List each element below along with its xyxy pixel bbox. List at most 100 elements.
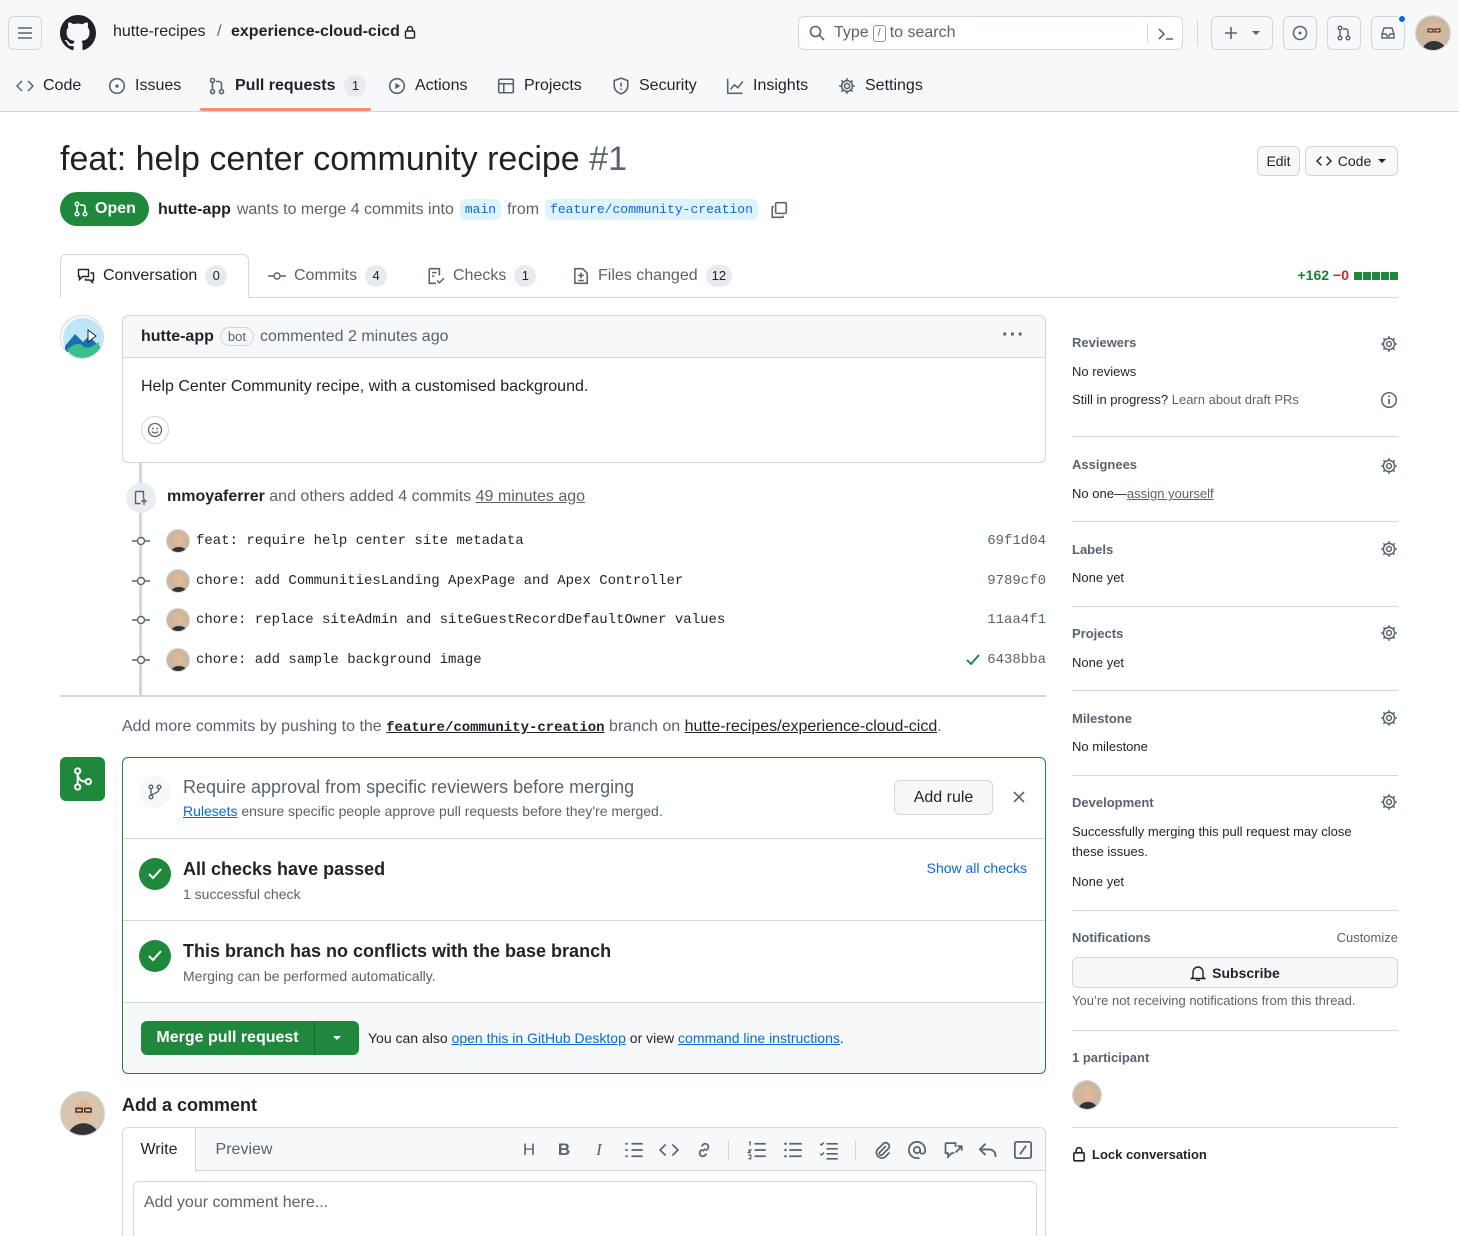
current-user-avatar[interactable] xyxy=(60,1091,105,1136)
heading-icon[interactable]: H xyxy=(519,1140,539,1160)
open-desktop-link[interactable]: open this in GitHub Desktop xyxy=(452,1030,626,1046)
tab-commits[interactable]: Commits 4 xyxy=(252,254,403,298)
gear-icon[interactable] xyxy=(1380,709,1398,727)
rulesets-link[interactable]: Rulesets xyxy=(183,803,237,819)
comment-textarea[interactable]: Add your comment here... xyxy=(133,1181,1037,1236)
assignees-heading[interactable]: Assignees xyxy=(1072,457,1137,472)
edit-title-button[interactable]: Edit xyxy=(1257,146,1300,176)
command-palette-icon[interactable] xyxy=(1157,26,1175,42)
repo-tab-projects[interactable]: Projects xyxy=(497,72,582,100)
create-new-button[interactable] xyxy=(1211,16,1273,50)
commit-sha-link[interactable]: 9789cf0 xyxy=(987,573,1046,589)
comment-timestamp[interactable]: commented 2 minutes ago xyxy=(260,328,449,346)
commit-message-link[interactable]: chore: replace siteAdmin and siteGuestRe… xyxy=(196,612,725,628)
repo-tab-issues[interactable]: Issues xyxy=(108,72,181,100)
copy-icon[interactable] xyxy=(770,201,788,219)
commit-author-avatar[interactable] xyxy=(166,529,190,553)
bold-icon[interactable]: B xyxy=(554,1140,574,1160)
merge-button-label[interactable]: Merge pull request xyxy=(141,1021,315,1055)
base-branch[interactable]: main xyxy=(459,199,502,220)
tab-files-changed[interactable]: Files changed 12 xyxy=(556,254,748,298)
head-branch[interactable]: feature/community-creation xyxy=(545,199,758,220)
gear-icon[interactable] xyxy=(1380,793,1398,811)
link-icon[interactable] xyxy=(694,1140,714,1160)
search-icon xyxy=(809,25,825,41)
participant-avatar[interactable] xyxy=(1072,1080,1102,1110)
note-branch-link[interactable]: feature/community-creation xyxy=(386,720,604,736)
customize-link[interactable]: Customize xyxy=(1337,930,1398,945)
repo-tab-pull-requests[interactable]: Pull requests 1 xyxy=(208,72,367,100)
gear-icon[interactable] xyxy=(1380,624,1398,642)
gear-icon[interactable] xyxy=(1380,335,1398,353)
gear-icon[interactable] xyxy=(1380,540,1398,558)
repo-tab-security[interactable]: Security xyxy=(612,72,697,100)
commit-sha-link[interactable]: 69f1d04 xyxy=(987,533,1046,549)
lock-conversation-link[interactable]: Lock conversation xyxy=(1072,1146,1207,1162)
pr-author-link[interactable]: hutte-app xyxy=(158,201,231,219)
push-event-time[interactable]: 49 minutes ago xyxy=(476,488,585,505)
slash-command-icon[interactable] xyxy=(1013,1140,1033,1160)
breadcrumb-repo[interactable]: experience-cloud-cicd xyxy=(231,23,400,41)
milestone-heading[interactable]: Milestone xyxy=(1072,711,1132,726)
close-icon[interactable] xyxy=(1012,790,1026,804)
github-logo-icon[interactable] xyxy=(60,15,96,54)
reply-icon[interactable] xyxy=(978,1140,998,1160)
merge-pull-request-button[interactable]: Merge pull request xyxy=(141,1021,359,1055)
breadcrumb-owner[interactable]: hutte-recipes xyxy=(113,23,206,41)
task-list-icon[interactable] xyxy=(819,1140,839,1160)
subscribe-button[interactable]: Subscribe xyxy=(1072,957,1398,988)
commit-author-avatar[interactable] xyxy=(166,569,190,593)
check-icon[interactable] xyxy=(965,653,981,667)
add-reaction-button[interactable] xyxy=(141,416,169,444)
issues-button[interactable] xyxy=(1283,16,1317,50)
push-actor-link[interactable]: mmoyaferrer xyxy=(167,488,265,505)
commit-sha-link[interactable]: 11aa4f1 xyxy=(987,612,1046,628)
merge-method-dropdown[interactable] xyxy=(315,1021,359,1055)
gear-icon[interactable] xyxy=(1380,457,1398,475)
search-input[interactable]: Type / to search xyxy=(798,16,1183,50)
tab-conversation[interactable]: Conversation 0 xyxy=(60,254,249,298)
italic-icon[interactable]: I xyxy=(589,1140,609,1160)
commit-message-link[interactable]: feat: require help center site metadata xyxy=(196,533,524,549)
commit-author-avatar[interactable] xyxy=(166,648,190,672)
cross-reference-icon[interactable] xyxy=(943,1140,963,1160)
note-repo-link[interactable]: hutte-recipes/experience-cloud-cicd xyxy=(685,718,938,735)
comment-author-link[interactable]: hutte-app xyxy=(141,328,214,346)
commit-sha-link[interactable]: 6438bba xyxy=(987,652,1046,668)
commit-message-link[interactable]: chore: add CommunitiesLanding ApexPage a… xyxy=(196,573,683,589)
repo-tab-code[interactable]: Code xyxy=(16,72,81,100)
unordered-list-icon[interactable] xyxy=(783,1140,803,1160)
assign-yourself-link[interactable]: assign yourself xyxy=(1127,486,1214,501)
tab-preview[interactable]: Preview xyxy=(196,1128,292,1172)
active-tab-underline xyxy=(200,108,371,111)
reviewers-heading[interactable]: Reviewers xyxy=(1072,335,1136,350)
paperclip-icon[interactable] xyxy=(872,1140,892,1160)
commit-author-avatar[interactable] xyxy=(166,608,190,632)
commit-message-link[interactable]: chore: add sample background image xyxy=(196,652,482,668)
draft-pr-link[interactable]: Learn about draft PRs xyxy=(1172,392,1299,407)
ordered-list-icon[interactable] xyxy=(747,1140,767,1160)
inbox-button[interactable] xyxy=(1371,14,1407,50)
show-all-checks-link[interactable]: Show all checks xyxy=(927,860,1027,876)
kebab-menu-icon[interactable]: ··· xyxy=(1002,324,1025,347)
hutte-app-avatar[interactable] xyxy=(60,315,104,359)
code-icon[interactable] xyxy=(659,1140,679,1160)
mention-icon[interactable] xyxy=(907,1140,927,1160)
repo-tab-settings[interactable]: Settings xyxy=(838,72,923,100)
user-avatar[interactable] xyxy=(1415,15,1451,51)
development-heading[interactable]: Development xyxy=(1072,795,1154,810)
tab-checks[interactable]: Checks 1 xyxy=(411,254,552,298)
code-dropdown-button[interactable]: Code xyxy=(1305,146,1398,176)
pull-requests-button[interactable] xyxy=(1327,16,1361,50)
add-rule-button[interactable]: Add rule xyxy=(894,780,993,815)
command-line-link[interactable]: command line instructions xyxy=(678,1030,840,1046)
labels-heading[interactable]: Labels xyxy=(1072,542,1113,557)
diffstat-deletions: −0 xyxy=(1333,267,1349,283)
tab-write[interactable]: Write xyxy=(123,1128,196,1172)
repo-tab-actions[interactable]: Actions xyxy=(388,72,467,100)
menu-button[interactable] xyxy=(8,16,42,50)
projects-heading[interactable]: Projects xyxy=(1072,626,1123,641)
repo-tab-insights[interactable]: Insights xyxy=(726,72,808,100)
quote-icon[interactable] xyxy=(624,1140,644,1160)
info-icon[interactable] xyxy=(1380,391,1398,409)
